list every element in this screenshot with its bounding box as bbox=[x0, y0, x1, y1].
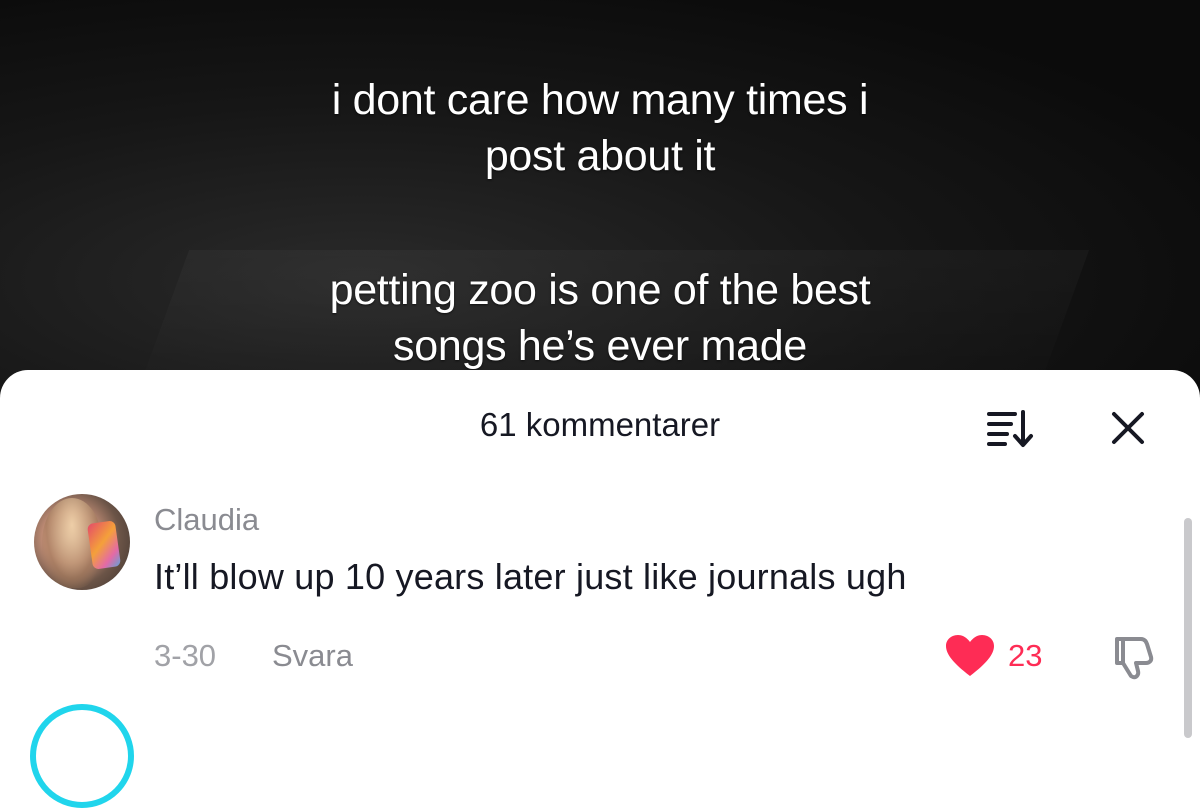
caption-line: songs he’s ever made bbox=[393, 322, 807, 370]
comment-date: 3-30 bbox=[154, 638, 217, 673]
comments-sheet: 61 kommentarer Claudia It’ll blow up 10 … bbox=[0, 370, 1200, 808]
avatar[interactable] bbox=[34, 494, 130, 590]
avatar[interactable] bbox=[30, 704, 134, 808]
close-icon bbox=[1112, 412, 1144, 444]
sort-descending-icon bbox=[987, 410, 1033, 447]
video-player[interactable]: i dont care how many times i post about … bbox=[0, 0, 1200, 400]
heart-icon bbox=[946, 635, 994, 676]
close-button[interactable] bbox=[1104, 404, 1152, 452]
thumbs-down-icon bbox=[1115, 637, 1154, 680]
like-button[interactable] bbox=[944, 632, 996, 680]
comment-text: It’ll blow up 10 years later just like j… bbox=[154, 556, 907, 597]
caption-line: petting zoo is one of the best bbox=[329, 266, 871, 314]
video-caption-bottom: petting zoo is one of the best songs he’… bbox=[0, 262, 1200, 374]
scrollbar[interactable] bbox=[1184, 518, 1192, 738]
sort-button[interactable] bbox=[982, 404, 1038, 452]
video-caption-top: i dont care how many times i post about … bbox=[0, 72, 1200, 184]
dislike-button[interactable] bbox=[1108, 632, 1160, 684]
caption-line: i dont care how many times i bbox=[331, 76, 869, 124]
caption-line: post about it bbox=[484, 132, 716, 180]
avatar-photo-detail bbox=[86, 520, 122, 570]
comment-username[interactable]: Claudia bbox=[154, 502, 259, 538]
like-count: 23 bbox=[1008, 638, 1043, 673]
reply-button[interactable]: Svara bbox=[272, 638, 353, 674]
